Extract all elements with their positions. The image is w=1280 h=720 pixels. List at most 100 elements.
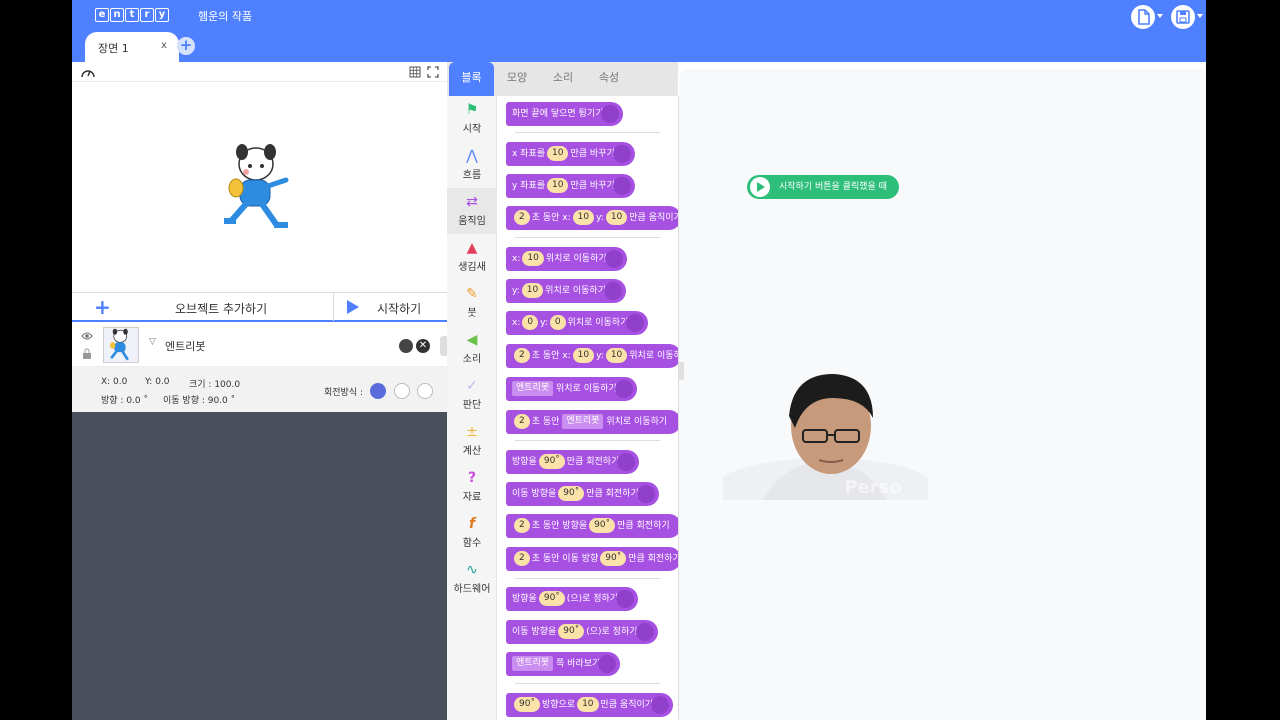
stage-canvas[interactable] [72,82,447,292]
question-icon: ? [467,470,477,486]
block-value[interactable]: 0 [522,315,539,330]
shapes-icon: ▲ [466,240,478,256]
play-icon [347,300,359,314]
speed-gauge-icon[interactable] [80,65,96,79]
category-motion[interactable]: ⇄ 움직임 [447,188,497,234]
save-button[interactable] [1171,5,1203,29]
block-value[interactable]: 10 [572,210,595,225]
entrybot-sprite[interactable] [222,142,294,232]
block-value[interactable]: 2 [514,518,530,533]
block-value[interactable]: 90˚ [558,624,585,639]
block-value[interactable]: 2 [514,210,530,225]
block-look-at[interactable]: 엔트리봇 쪽 바라보기 [506,652,621,676]
block-value[interactable]: 2 [514,414,530,429]
object-y[interactable]: Y: 0.0 [145,377,170,387]
top-header: e n t r y 햄운의 작품 장면 1 x + [72,0,1206,62]
logo-letter: e [95,8,109,22]
block-dropdown[interactable]: 엔트리봇 [512,381,554,396]
category-judge[interactable]: ✓ 판단 [447,372,497,418]
block-value[interactable]: 2 [514,348,530,363]
block-value[interactable]: 90˚ [514,697,540,712]
tab-sounds[interactable]: 소리 [540,62,586,96]
rotate-none-icon[interactable] [417,383,433,399]
object-direction[interactable]: 방향 : 0.0 ˚ [101,393,148,406]
when-start-clicked-block[interactable]: 시작하기 버튼을 클릭했을 때 [747,175,899,199]
block-value[interactable]: 90˚ [538,591,565,606]
object-move-direction[interactable]: 이동 방향 : 90.0 ˚ [163,393,235,406]
category-sound[interactable]: ◀ 소리 [447,326,497,372]
block-value[interactable]: 90˚ [538,454,565,469]
block-rotate-move-dir[interactable]: 이동 방향을 90˚ 만큼 회전하기 [506,482,659,506]
category-data[interactable]: ? 자료 [447,464,497,510]
category-calc[interactable]: ± 계산 [447,418,497,464]
block-goto-object-secs[interactable]: 2초 동안 엔트리봇 위치로 이동하기 [506,410,678,434]
block-change-x[interactable]: x 좌표를 10 만큼 바꾸기 [506,142,635,166]
category-flow[interactable]: ⋀ 흐름 [447,142,497,188]
block-move-xy-secs[interactable]: 2초 동안 x: 10 y: 10 만큼 움직이기 [506,206,678,230]
category-hardware[interactable]: ∿ 하드웨어 [447,556,497,602]
block-goto-y[interactable]: y: 10 위치로 이동하기 [506,279,627,303]
logo-letter: n [110,8,124,22]
block-bounce-edge[interactable]: 화면 끝에 닿으면 튕기기 [506,102,624,126]
new-file-button[interactable] [1131,5,1163,29]
block-value[interactable]: 0 [549,315,566,330]
block-value[interactable]: 10 [547,146,569,161]
tab-shapes[interactable]: 모양 [494,62,540,96]
chevron-down-icon[interactable]: ▽ [149,337,156,347]
entry-logo[interactable]: e n t r y [95,8,169,24]
category-start[interactable]: ⚑ 시작 [447,96,497,142]
block-change-y[interactable]: y 좌표를 10 만큼 바꾸기 [506,174,635,198]
block-rotate[interactable]: 방향을 90˚ 만큼 회전하기 [506,450,640,474]
block-goto-xy[interactable]: x: 0 y: 0 위치로 이동하기 [506,311,649,335]
panel-resize-handle[interactable] [678,362,684,380]
block-value[interactable]: 90˚ [600,551,627,566]
delete-icon[interactable]: ✕ [416,339,430,353]
block-value[interactable]: 10 [605,210,628,225]
block-value[interactable]: 10 [547,178,569,193]
block-value[interactable]: 10 [572,348,595,363]
object-size[interactable]: 크기 : 100.0 [189,377,240,390]
object-name[interactable]: 엔트리봇 [165,338,205,354]
block-move-in-direction[interactable]: 90˚ 방향으로 10 만큼 움직이기 [506,693,674,717]
block-set-direction[interactable]: 방향을 90˚ (으)로 정하기 [506,587,639,611]
block-dropdown[interactable]: 엔트리봇 [562,414,604,429]
category-brush[interactable]: ✎ 붓 [447,280,497,326]
block-set-move-direction[interactable]: 이동 방향을 90˚ (으)로 정하기 [506,620,658,644]
block-goto-x[interactable]: x: 10 위치로 이동하기 [506,247,627,271]
project-title[interactable]: 햄운의 작품 [198,8,252,24]
lock-icon[interactable] [82,348,92,359]
add-scene-button[interactable]: + [177,37,195,55]
object-item[interactable]: ▽ 엔트리봇 ✕ [72,322,447,367]
block-goto-object[interactable]: 엔트리봇 위치로 이동하기 [506,377,637,401]
category-looks[interactable]: ▲ 생김새 [447,234,497,280]
new-file-icon [1131,5,1155,29]
collapse-handle[interactable] [440,336,447,356]
block-value[interactable]: 10 [577,697,599,712]
block-text: 만큼 움직이기 [600,700,654,710]
eye-icon[interactable] [81,331,93,341]
block-rotate-secs[interactable]: 2초 동안 방향을 90˚ 만큼 회전하기 [506,514,678,538]
block-dropdown[interactable]: 엔트리봇 [512,656,554,671]
object-x[interactable]: X: 0.0 [101,377,127,387]
scene-tab[interactable]: 장면 1 x [85,32,179,62]
scene-close-icon[interactable]: x [161,40,167,51]
block-value[interactable]: 90˚ [589,518,616,533]
rotate-free-icon[interactable] [370,383,386,399]
block-value[interactable]: 10 [605,348,628,363]
block-goto-xy-secs[interactable]: 2초 동안 x:10y:10위치로 이동하기 [506,344,678,368]
add-object-button[interactable]: + 오브젝트 추가하기 [72,293,334,321]
block-value[interactable]: 10 [521,283,544,298]
block-rotate-move-dir-secs[interactable]: 2초 동안 이동 방향 90˚ 만큼 회전하기 [506,547,678,571]
fullscreen-icon[interactable] [427,66,439,78]
tab-properties[interactable]: 속성 [586,62,632,96]
category-function[interactable]: f 함수 [447,510,497,556]
rotate-horizontal-icon[interactable] [394,383,410,399]
block-value[interactable]: 2 [514,551,530,566]
block-value[interactable]: 90˚ [558,486,585,501]
grid-icon[interactable] [409,66,421,78]
tab-blocks[interactable]: 블록 [449,62,494,96]
start-button[interactable]: 시작하기 [334,293,447,321]
edit-icon[interactable] [399,339,413,353]
block-value[interactable]: 10 [522,251,544,266]
function-icon: f [468,516,476,532]
